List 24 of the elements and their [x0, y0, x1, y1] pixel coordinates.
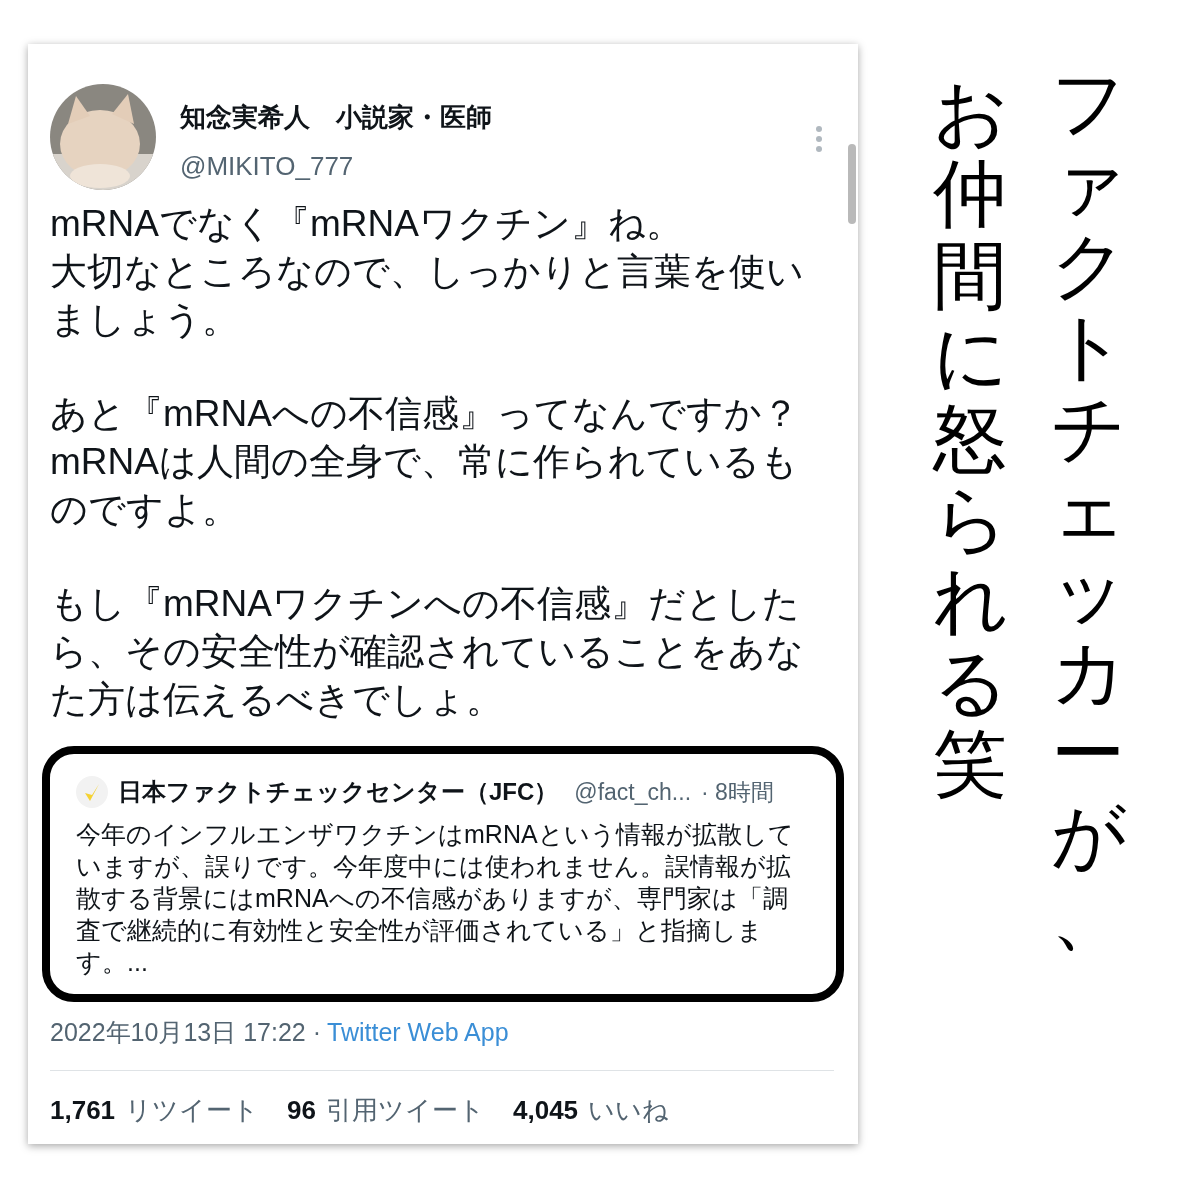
tweet-text: あと『mRNAへの不信感』ってなんですか？mRNAは人間の全身で、常に作られているものですよ。 — [50, 392, 800, 532]
stat-count: 4,045 — [513, 1093, 579, 1127]
source-link[interactable]: Twitter Web App — [327, 1014, 509, 1052]
stat-count: 1,761 — [50, 1093, 116, 1127]
quoted-text: 今年のインフルエンザワクチンはmRNAという情報が拡散していますが、誤りです。今年度中には使われません。誤情報が拡散する背景にはmRNAへの不信感がありますが、専門家は「調査で継続的に有効性と安全性が評価されている」と指摘します。... — [76, 819, 795, 978]
author-handle[interactable]: @MIKITO_777 — [180, 147, 792, 186]
stat-label[interactable]: いいね — [588, 1090, 670, 1130]
stat-count: 96 — [287, 1093, 316, 1127]
more-icon[interactable] — [816, 126, 822, 152]
tweet-text: 大切なところなので、しっかりと言葉を使いましょう。 — [50, 250, 805, 342]
checkmark-icon — [76, 776, 108, 808]
quoted-time: · 8時間 — [701, 777, 774, 807]
stat-label[interactable]: 引用ツイート — [326, 1090, 485, 1130]
scrollbar[interactable] — [848, 144, 856, 224]
stat-label[interactable]: リツイート — [125, 1090, 260, 1130]
tweet-text: もし『mRNAワクチンへの不信感』だとしたら、その安全性が確認されていることをあなた方は伝えるべきでしょ。 — [50, 582, 805, 722]
quoted-handle: @fact_ch... — [574, 777, 692, 807]
timestamp: 2022年10月13日 17:22 · — [50, 1017, 321, 1048]
quoted-tweet[interactable]: 日本ファクトチェックセンター（JFC） @fact_ch... · 8時間 今年のインフルエンザワクチンはmRNAという情報が拡散していますが、誤りです。今年度中には使われません。誤情報が拡散する背景にはmRNAへの不信感がありますが、専門家は「調査で継続的に有効性と安全性が評価されている」と指摘します。... — [42, 746, 844, 1002]
headline-text: お仲間に怒られる笑 — [933, 72, 1007, 809]
headline-text: ファクトチェッカーが、 — [1051, 62, 1125, 961]
quoted-author-name: 日本ファクトチェックセンター（JFC） — [118, 777, 559, 807]
tweet-text: mRNAでなく『mRNAワクチン』ね。 — [50, 202, 684, 246]
author-name[interactable]: 知念実希人 小説家・医師 — [180, 98, 792, 137]
